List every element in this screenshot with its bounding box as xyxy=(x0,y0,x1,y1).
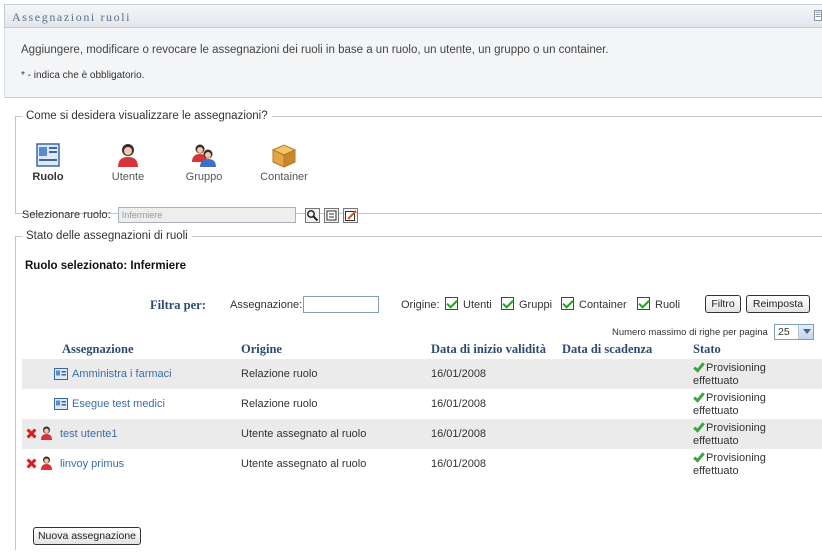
role-card-icon xyxy=(36,143,60,167)
column-header-data-scadenza[interactable]: Data di scadenza xyxy=(562,342,652,357)
origin-filter-label: Origine: xyxy=(401,299,440,311)
check-icon xyxy=(693,450,705,463)
checkbox-gruppi[interactable] xyxy=(501,297,514,310)
column-header-assegnazione[interactable]: Assegnazione xyxy=(62,342,134,357)
filter-label: Filtra per: xyxy=(150,298,206,312)
group-icon xyxy=(192,144,216,167)
column-header-data-inizio[interactable]: Data di inizio validità xyxy=(431,342,546,357)
box-icon xyxy=(271,144,297,168)
view-option-label: Ruolo xyxy=(32,171,64,183)
check-icon xyxy=(693,420,705,433)
table-row: test utente1 Utente assegnato al ruolo 1… xyxy=(22,419,822,449)
start-date-cell: 16/01/2008 xyxy=(431,428,487,440)
checkbox-ruoli[interactable] xyxy=(637,297,650,310)
selected-role-heading: Ruolo selezionato: Infermiere xyxy=(25,260,187,272)
start-date-cell: 16/01/2008 xyxy=(431,368,487,380)
check-icon xyxy=(693,360,705,373)
user-icon xyxy=(41,426,52,440)
role-card-icon xyxy=(54,398,68,410)
search-icon[interactable] xyxy=(304,207,320,223)
status-cell: Provisioning effettuato xyxy=(693,360,766,387)
delete-icon[interactable] xyxy=(27,459,36,468)
intro-description: Aggiungere, modificare o revocare le ass… xyxy=(21,44,609,56)
assignment-status-group: Stato delle assegnazioni di ruoli Ruolo … xyxy=(15,230,822,550)
checkbox-utenti[interactable] xyxy=(445,297,458,310)
assignment-link[interactable]: Esegue test medici xyxy=(72,398,165,410)
status-cell: Provisioning effettuato xyxy=(693,390,766,417)
view-option-label: Gruppo xyxy=(185,171,223,183)
assignment-link[interactable]: test utente1 xyxy=(60,428,118,440)
assignment-filter-label: Assegnazione: xyxy=(230,299,303,311)
role-selector: Selezionare ruolo: Infermiere xyxy=(22,207,358,223)
rows-per-page-value: 25 xyxy=(778,326,790,338)
role-label: Selezionare ruolo: xyxy=(22,209,111,221)
checkbox-label: Gruppi xyxy=(519,299,553,311)
column-header-stato[interactable]: Stato xyxy=(693,342,721,357)
status-cell: Provisioning effettuato xyxy=(693,420,766,447)
status-cell: Provisioning effettuato xyxy=(693,450,766,477)
new-assignment-button[interactable]: Nuova assegnazione xyxy=(33,527,141,545)
edit-icon[interactable] xyxy=(342,207,358,223)
role-input[interactable]: Infermiere xyxy=(117,207,296,223)
filter-button[interactable]: Filtro xyxy=(705,295,741,313)
window-titlebar: Assegnazioni ruoli ☰ xyxy=(4,4,822,28)
view-option-gruppo[interactable]: Gruppo xyxy=(174,142,234,183)
view-option-label: Container xyxy=(260,171,308,183)
start-date-cell: 16/01/2008 xyxy=(431,398,487,410)
intro-panel: Aggiungere, modificare o revocare le ass… xyxy=(4,28,822,98)
table-row: Esegue test medici Relazione ruolo 16/01… xyxy=(22,389,822,419)
required-note: * - indica che è obbligatorio. xyxy=(21,70,145,81)
origin-cell: Utente assegnato al ruolo xyxy=(241,428,367,440)
rows-per-page-label: Numero massimo di righe per pagina xyxy=(612,327,768,338)
column-header-origine[interactable]: Origine xyxy=(241,342,282,357)
view-option-ruolo[interactable]: Ruolo xyxy=(18,142,78,183)
assignment-link[interactable]: Amministra i farmaci xyxy=(72,368,172,380)
check-icon xyxy=(693,390,705,403)
origin-cell: Relazione ruolo xyxy=(241,398,318,410)
reset-button[interactable]: Reimposta xyxy=(746,295,810,313)
checkbox-label: Ruoli xyxy=(655,299,681,311)
rows-per-page-select[interactable]: 25 xyxy=(774,324,814,340)
page-title: Assegnazioni ruoli xyxy=(12,10,132,24)
role-card-icon xyxy=(54,368,68,380)
origin-cell: Relazione ruolo xyxy=(241,368,318,380)
assignment-link[interactable]: linvoy primus xyxy=(60,458,124,470)
delete-icon[interactable] xyxy=(27,429,36,438)
chevron-down-icon[interactable] xyxy=(798,325,813,339)
filter-bar: Filtra per: Assegnazione: Origine: Utent… xyxy=(16,294,816,316)
view-option-utente[interactable]: Utente xyxy=(98,142,158,183)
view-option-container[interactable]: Container xyxy=(254,142,314,183)
checkbox-container[interactable] xyxy=(561,297,574,310)
checkbox-label: Container xyxy=(579,299,627,311)
view-selector-group: Come si desidera visualizzare le assegna… xyxy=(15,110,822,223)
table-row: linvoy primus Utente assegnato al ruolo … xyxy=(22,449,822,479)
assignment-filter-input[interactable] xyxy=(303,296,379,313)
user-icon xyxy=(41,456,52,470)
menu-icon[interactable]: ☰ xyxy=(814,10,822,21)
table-row: Amministra i farmaci Relazione ruolo 16/… xyxy=(22,359,822,389)
history-icon[interactable] xyxy=(323,207,339,223)
status-legend: Stato delle assegnazioni di ruoli xyxy=(26,230,188,242)
origin-cell: Utente assegnato al ruolo xyxy=(241,458,367,470)
view-legend: Come si desidera visualizzare le assegna… xyxy=(26,110,268,122)
user-icon xyxy=(118,144,138,167)
start-date-cell: 16/01/2008 xyxy=(431,458,487,470)
view-option-label: Utente xyxy=(111,171,145,183)
checkbox-label: Utenti xyxy=(463,299,492,311)
